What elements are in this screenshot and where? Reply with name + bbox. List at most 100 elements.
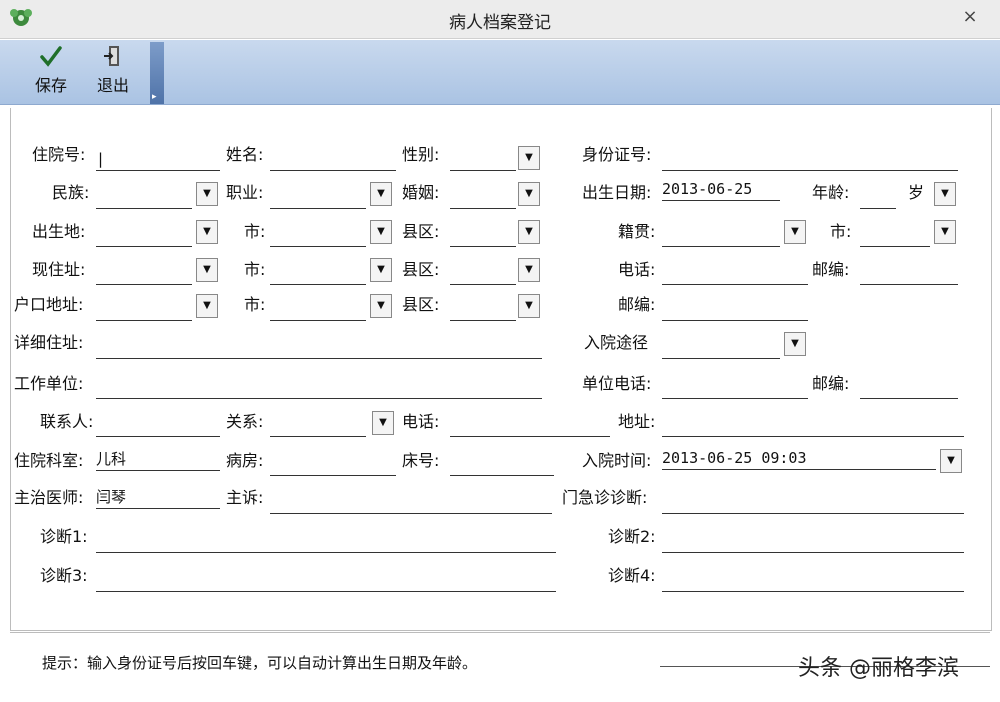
native-city-label: 市:	[830, 222, 852, 241]
native-place-dropdown-arrow-icon[interactable]: ▼	[784, 220, 806, 244]
current-city-dropdown-arrow-icon[interactable]: ▼	[370, 258, 392, 282]
save-button[interactable]: 保存	[22, 44, 80, 100]
gender-label: 性别:	[402, 145, 440, 164]
contact-address-label: 地址:	[618, 412, 656, 431]
household-postcode-label: 邮编:	[618, 295, 656, 314]
contact-phone-input[interactable]	[450, 414, 610, 437]
work-phone-label: 单位电话:	[582, 374, 652, 393]
current-province-select[interactable]	[96, 262, 192, 285]
id-card-label: 身份证号:	[582, 145, 652, 164]
name-input[interactable]	[270, 148, 396, 171]
admission-time-input[interactable]: 2013-06-25 09:03	[662, 447, 936, 470]
diagnosis4-input[interactable]	[662, 569, 964, 592]
exit-button[interactable]: 退出	[84, 44, 142, 100]
complaint-input[interactable]	[270, 491, 552, 514]
admission-route-select[interactable]	[662, 336, 780, 359]
age-label: 年龄:	[812, 183, 850, 202]
watermark-text: 头条 @丽格李滨	[798, 656, 959, 681]
diagnosis1-input[interactable]	[96, 530, 556, 553]
ethnicity-label: 民族:	[52, 183, 90, 202]
birthplace-province-dropdown-arrow-icon[interactable]: ▼	[196, 220, 218, 244]
ward-input[interactable]	[270, 453, 396, 476]
admission-time-dropdown-arrow-icon[interactable]: ▼	[940, 449, 962, 473]
occupation-select[interactable]	[270, 186, 366, 209]
occupation-dropdown-arrow-icon[interactable]: ▼	[370, 182, 392, 206]
birth-date-input[interactable]: 2013-06-25	[662, 178, 780, 201]
window-title: 病人档案登记	[449, 13, 551, 33]
contact-address-input[interactable]	[662, 414, 964, 437]
er-diagnosis-input[interactable]	[662, 491, 964, 514]
marital-dropdown-arrow-icon[interactable]: ▼	[518, 182, 540, 206]
admission-route-dropdown-arrow-icon[interactable]: ▼	[784, 332, 806, 356]
birth-date-label: 出生日期:	[582, 183, 652, 202]
detailed-address-label: 详细住址:	[14, 333, 84, 352]
gender-select[interactable]	[450, 148, 516, 171]
diagnosis4-label: 诊断4:	[608, 566, 656, 585]
gender-dropdown-arrow-icon[interactable]: ▼	[518, 146, 540, 170]
current-city-select[interactable]	[270, 262, 366, 285]
age-unit-dropdown-arrow-icon[interactable]: ▼	[934, 182, 956, 206]
birthplace-county-dropdown-arrow-icon[interactable]: ▼	[518, 220, 540, 244]
current-address-label: 现住址:	[32, 260, 86, 279]
work-phone-input[interactable]	[662, 376, 808, 399]
ethnicity-dropdown-arrow-icon[interactable]: ▼	[196, 182, 218, 206]
native-city-select[interactable]	[860, 224, 930, 247]
complaint-label: 主诉:	[226, 488, 264, 507]
phone-input[interactable]	[662, 262, 808, 285]
postcode-input[interactable]	[860, 262, 958, 285]
household-postcode-input[interactable]	[662, 298, 808, 321]
age-input[interactable]	[860, 186, 896, 209]
toolbar-overflow-handle[interactable]: ▸	[150, 42, 164, 104]
diagnosis3-label: 诊断3:	[40, 566, 88, 585]
birthplace-city-dropdown-arrow-icon[interactable]: ▼	[370, 220, 392, 244]
relation-select[interactable]	[270, 414, 366, 437]
diagnosis2-label: 诊断2:	[608, 527, 656, 546]
bed-input[interactable]	[450, 453, 554, 476]
native-city-dropdown-arrow-icon[interactable]: ▼	[934, 220, 956, 244]
contact-label: 联系人:	[40, 412, 94, 431]
id-card-input[interactable]	[662, 148, 958, 171]
current-city-label: 市:	[244, 260, 266, 279]
household-county-select[interactable]	[450, 298, 516, 321]
bed-label: 床号:	[402, 451, 440, 470]
form-divider	[10, 632, 990, 633]
workplace-label: 工作单位:	[14, 374, 84, 393]
native-place-select[interactable]	[662, 224, 780, 247]
close-button[interactable]: ×	[952, 3, 988, 31]
current-county-label: 县区:	[402, 260, 440, 279]
diagnosis3-input[interactable]	[96, 569, 556, 592]
work-postcode-label: 邮编:	[812, 374, 850, 393]
detailed-address-input[interactable]	[96, 336, 542, 359]
department-input[interactable]: 儿科	[96, 448, 220, 471]
relation-dropdown-arrow-icon[interactable]: ▼	[372, 411, 394, 435]
current-province-dropdown-arrow-icon[interactable]: ▼	[196, 258, 218, 282]
contact-input[interactable]	[96, 414, 220, 437]
er-diagnosis-label: 门急诊诊断:	[562, 488, 648, 507]
marital-select[interactable]	[450, 186, 516, 209]
birthplace-city-select[interactable]	[270, 224, 366, 247]
current-county-dropdown-arrow-icon[interactable]: ▼	[518, 258, 540, 282]
work-postcode-input[interactable]	[860, 376, 958, 399]
ethnicity-select[interactable]	[96, 186, 192, 209]
household-county-dropdown-arrow-icon[interactable]: ▼	[518, 294, 540, 318]
birthplace-county-select[interactable]	[450, 224, 516, 247]
occupation-label: 职业:	[226, 183, 264, 202]
contact-phone-label: 电话:	[402, 412, 440, 431]
postcode-label: 邮编:	[812, 260, 850, 279]
title-bar: 病人档案登记 ×	[0, 0, 1000, 39]
household-city-dropdown-arrow-icon[interactable]: ▼	[370, 294, 392, 318]
household-province-select[interactable]	[96, 298, 192, 321]
household-province-dropdown-arrow-icon[interactable]: ▼	[196, 294, 218, 318]
exit-door-icon	[84, 44, 142, 72]
birthplace-province-select[interactable]	[96, 224, 192, 247]
current-county-select[interactable]	[450, 262, 516, 285]
workplace-input[interactable]	[96, 376, 542, 399]
doctor-input[interactable]: 闫琴	[96, 486, 220, 509]
native-place-label: 籍贯:	[618, 222, 656, 241]
admission-no-label: 住院号:	[32, 145, 86, 164]
phone-label: 电话:	[618, 260, 656, 279]
exit-label: 退出	[96, 76, 129, 95]
household-city-select[interactable]	[270, 298, 366, 321]
admission-no-input[interactable]: |	[96, 148, 220, 171]
diagnosis2-input[interactable]	[662, 530, 964, 553]
